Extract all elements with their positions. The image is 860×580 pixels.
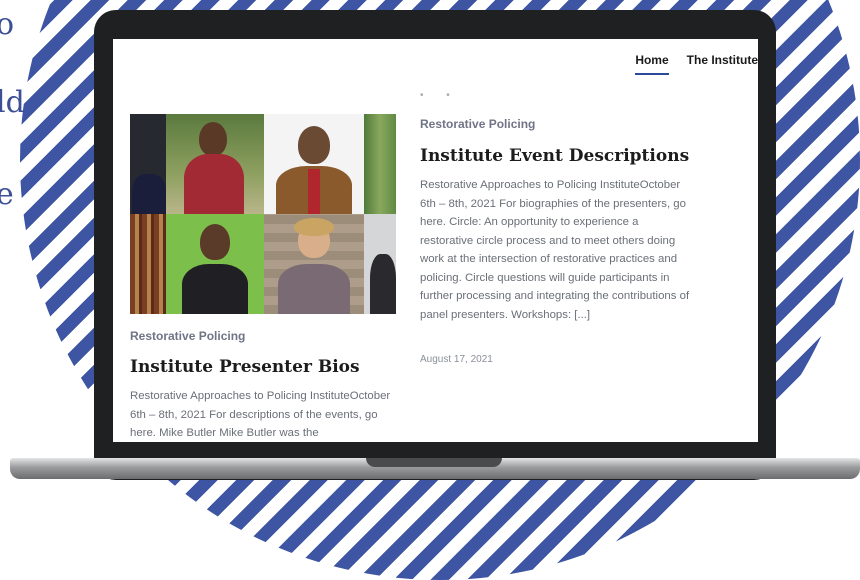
nav-home[interactable]: Home [635, 53, 669, 75]
post-title[interactable]: Institute Presenter Bios [130, 357, 360, 377]
collage-photo-4 [364, 114, 396, 214]
post-title[interactable]: Institute Event Descriptions [420, 146, 689, 166]
collage-photo-6 [166, 214, 264, 314]
post-date: August 17, 2021 [420, 354, 493, 365]
nav-the-institute[interactable]: The Institute [687, 53, 758, 75]
collage-photo-8 [364, 214, 396, 314]
presenter-photo-collage[interactable] [130, 114, 396, 314]
collage-photo-5 [130, 214, 166, 314]
post-excerpt: Restorative Approaches to Policing Insti… [130, 390, 391, 439]
side-text-fragment-3: e [0, 177, 14, 212]
side-text-fragment-2: ld [0, 85, 25, 120]
post-category[interactable]: Restorative Policing [130, 329, 245, 343]
collage-photo-7 [264, 214, 364, 314]
main-nav: Home The Institute [635, 53, 758, 75]
collage-photo-2 [166, 114, 264, 214]
collage-photo-3 [264, 114, 364, 214]
collage-photo-1 [130, 114, 166, 214]
loading-dots: • • [420, 90, 460, 101]
laptop-base-notch [366, 458, 502, 467]
post-category[interactable]: Restorative Policing [420, 117, 535, 131]
laptop-screen: Home The Institute • • Restorative Polic… [113, 39, 758, 442]
post-excerpt: Restorative Approaches to Policing Insti… [420, 179, 690, 321]
side-text-fragment-1: o [0, 7, 15, 42]
